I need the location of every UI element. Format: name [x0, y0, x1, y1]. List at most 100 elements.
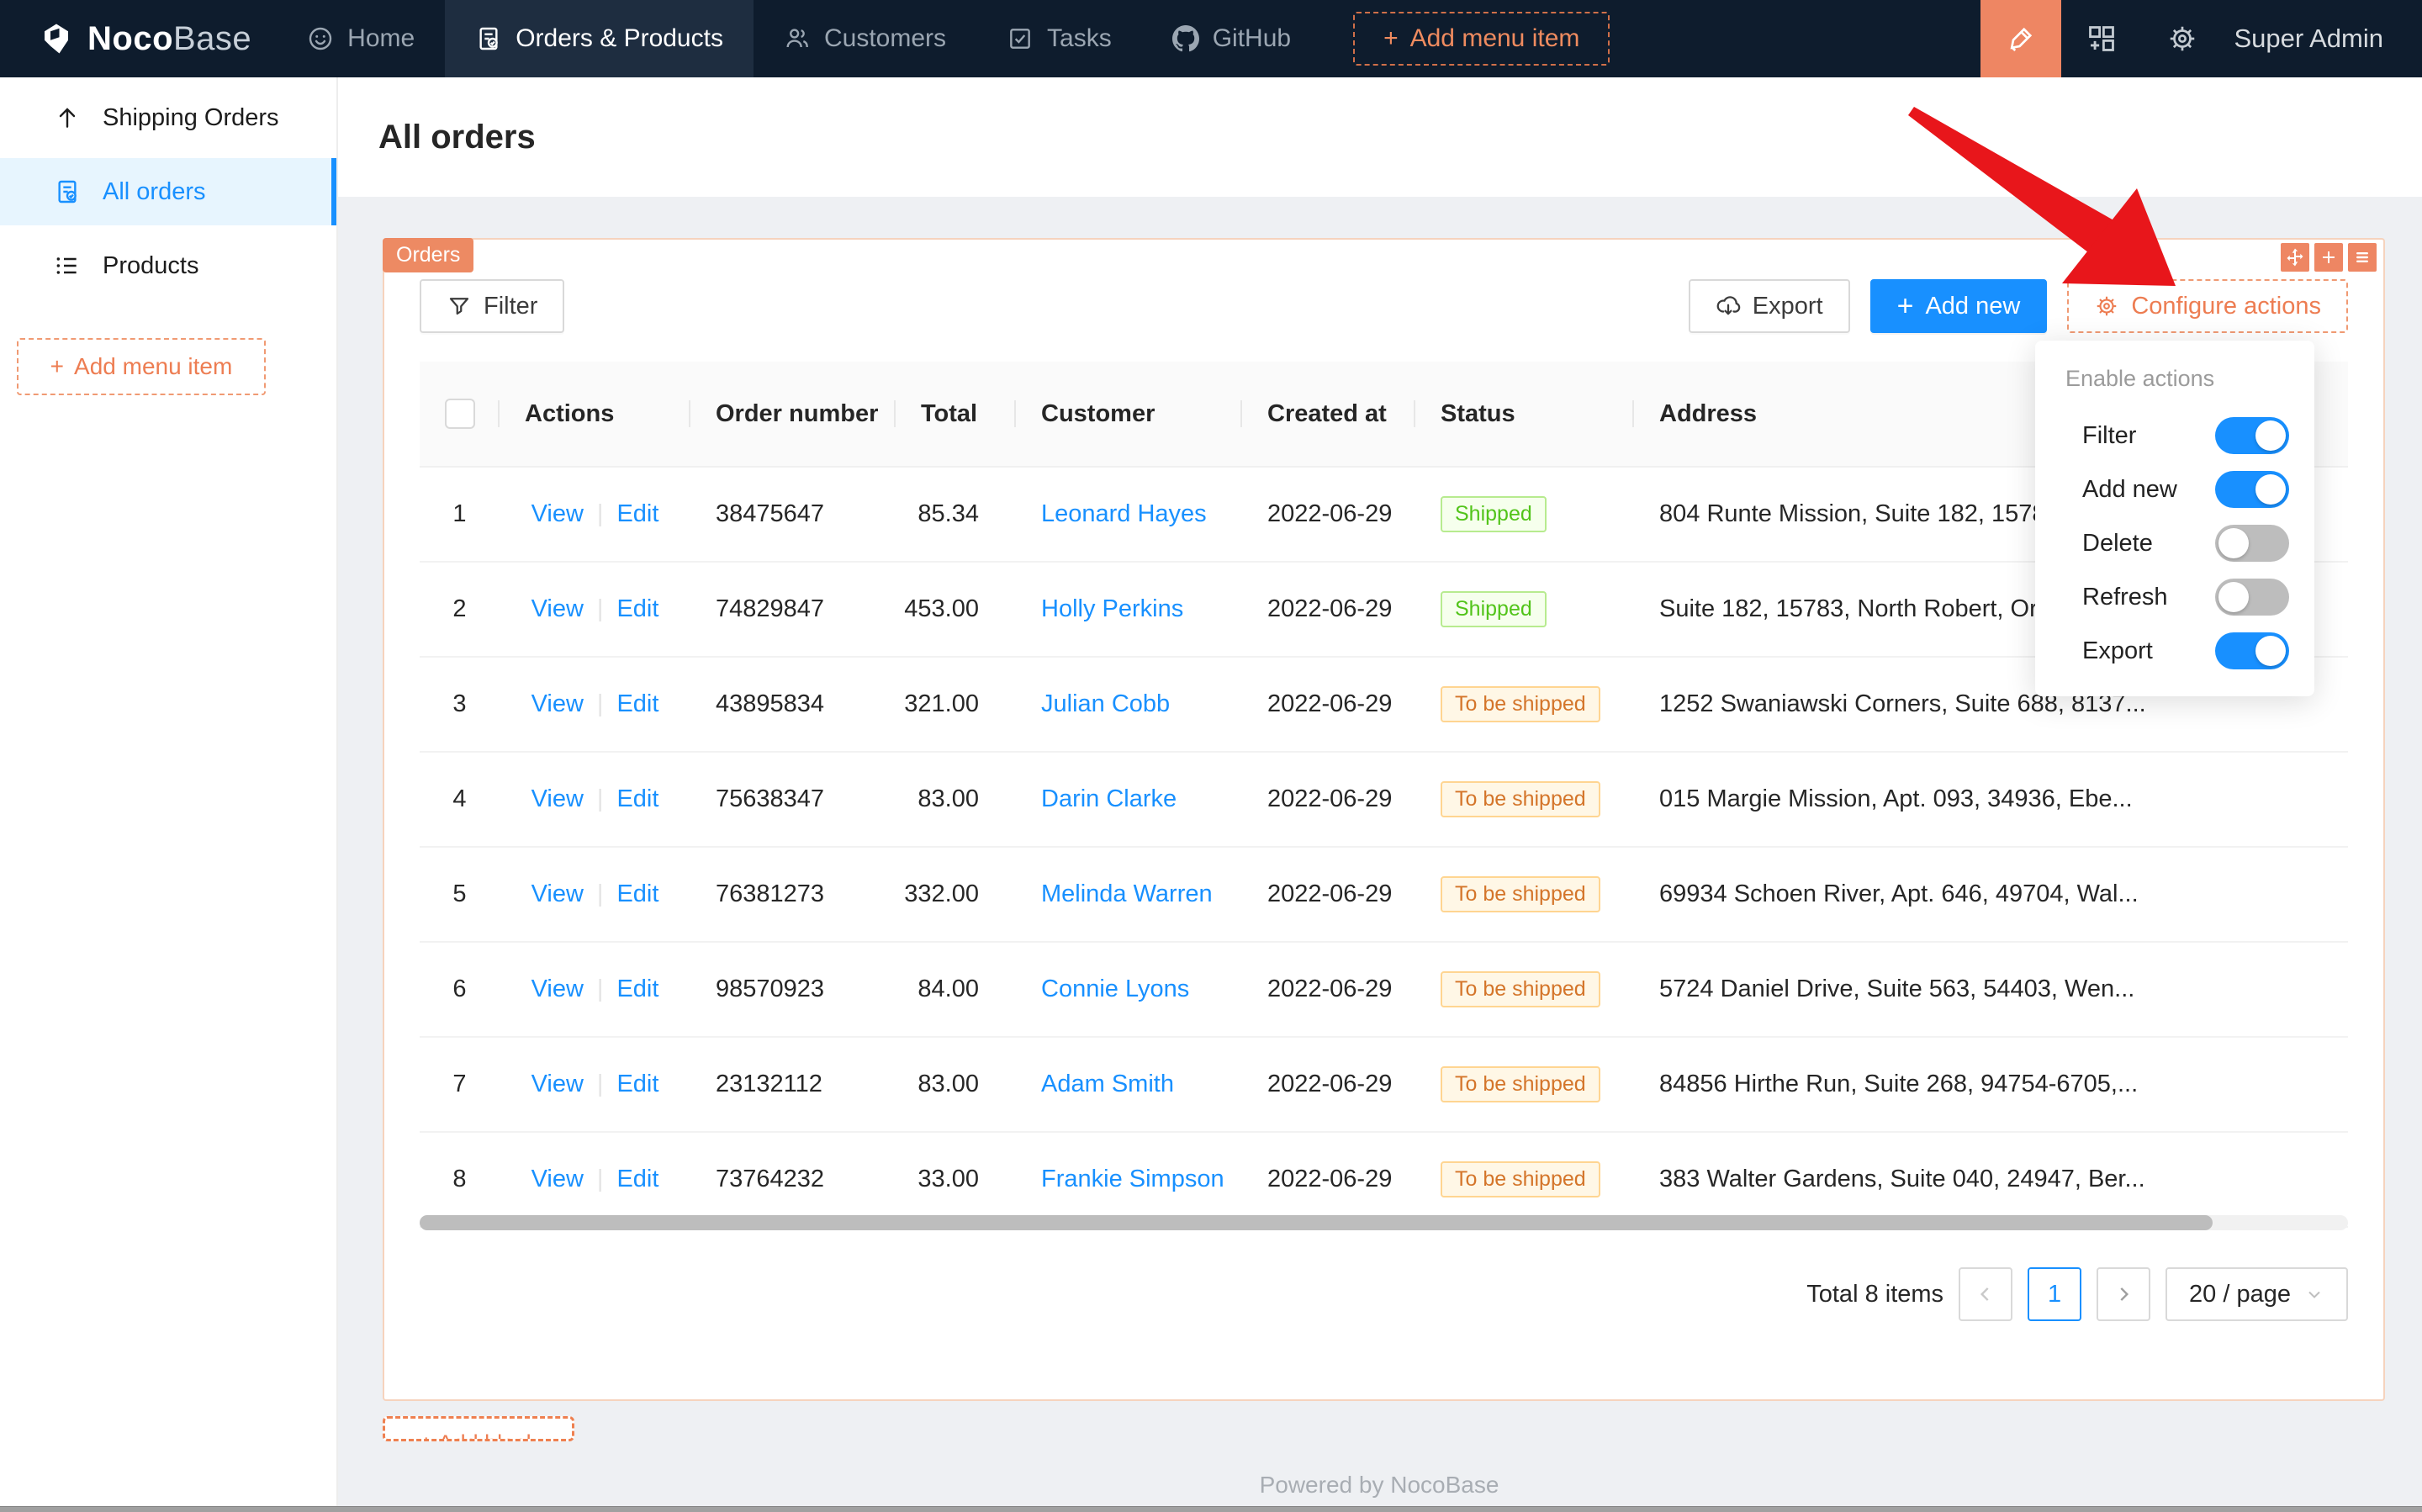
- view-link[interactable]: View: [531, 500, 584, 528]
- unordered-list-icon: [54, 252, 81, 279]
- column-header-label: Total: [921, 400, 977, 428]
- page-number-button[interactable]: 1: [2028, 1267, 2081, 1321]
- row-actions-cell: View | Edit: [500, 785, 690, 813]
- edit-link[interactable]: Edit: [616, 595, 658, 623]
- view-link[interactable]: View: [531, 1166, 584, 1193]
- menu-item-orders-products[interactable]: Orders & Products: [445, 0, 754, 77]
- add-new-button[interactable]: + Add new: [1870, 279, 2048, 333]
- top-navbar: NocoBase Home Orders & Products: [0, 0, 2422, 77]
- row-actions-cell: View|Edit: [500, 880, 690, 908]
- table-row[interactable]: 8View|Edit7376423233.00Frankie Simpson20…: [420, 1133, 2348, 1228]
- sidebar: Shipping Orders All orders Products + Ad…: [0, 77, 338, 1512]
- nocobase-logo[interactable]: NocoBase: [39, 20, 251, 58]
- scrollbar-thumb[interactable]: [420, 1215, 2213, 1230]
- menu-item-customers[interactable]: Customers: [754, 0, 976, 77]
- edit-link[interactable]: Edit: [616, 690, 658, 718]
- customer-link[interactable]: Leonard Hayes: [1041, 500, 1207, 528]
- created-at-cell: 2022-06-29: [1242, 880, 1415, 908]
- page-size-select[interactable]: 20 / page: [2166, 1267, 2348, 1321]
- edit-link[interactable]: Edit: [616, 975, 658, 1003]
- toggle-delete[interactable]: [2215, 525, 2289, 562]
- menu-item-home[interactable]: Home: [277, 0, 445, 77]
- view-link[interactable]: View: [531, 785, 584, 813]
- customer-cell: Leonard Hayes: [1016, 500, 1242, 528]
- edit-link[interactable]: Edit: [616, 785, 658, 813]
- page-content: Orders: [336, 197, 2422, 1512]
- table-row[interactable]: 6View|Edit9857092384.00Connie Lyons2022-…: [420, 943, 2348, 1038]
- filter-button[interactable]: Filter: [420, 279, 564, 333]
- settings-button[interactable]: [2142, 0, 2223, 77]
- block-add-icon[interactable]: [2314, 243, 2343, 272]
- export-button[interactable]: Export: [1689, 279, 1850, 333]
- column-header-label: Actions: [525, 400, 614, 428]
- configure-actions-button[interactable]: Configure actions: [2067, 279, 2348, 333]
- actions-divider: |: [597, 785, 604, 813]
- status-tag: To be shipped: [1441, 876, 1600, 912]
- arrow-up-icon: [54, 104, 81, 131]
- customer-link[interactable]: Frankie Simpson: [1041, 1166, 1224, 1193]
- customer-link[interactable]: Melinda Warren: [1041, 880, 1213, 908]
- row-actions-cell: View|Edit: [500, 1071, 690, 1098]
- sidebar-item-all-orders[interactable]: All orders: [0, 158, 336, 225]
- view-link[interactable]: View: [531, 880, 584, 908]
- user-menu[interactable]: Super Admin: [2234, 24, 2384, 54]
- row-actions-cell: View | Edit: [500, 690, 690, 718]
- toggle-filter[interactable]: [2215, 417, 2289, 454]
- check-square-icon: [1007, 25, 1034, 52]
- order-number-cell: 74829847: [690, 595, 896, 623]
- customer-link[interactable]: Adam Smith: [1041, 1071, 1174, 1098]
- status-cell: To be shipped: [1415, 1066, 1634, 1102]
- table-horizontal-scrollbar[interactable]: [420, 1215, 2348, 1230]
- sidebar-item-shipping-orders[interactable]: Shipping Orders: [0, 84, 336, 151]
- select-all-checkbox[interactable]: [445, 399, 475, 429]
- filter-button-label: Filter: [484, 293, 537, 320]
- edit-link[interactable]: Edit: [616, 880, 658, 908]
- column-header-total: Total: [896, 362, 1016, 466]
- sidebar-item-products[interactable]: Products: [0, 232, 336, 299]
- view-link[interactable]: View: [531, 975, 584, 1003]
- menu-item-label: Tasks: [1047, 24, 1112, 53]
- toggle-export[interactable]: [2215, 632, 2289, 669]
- edit-link[interactable]: Edit: [616, 1166, 658, 1193]
- address-cell: 015 Margie Mission, Apt. 093, 34936, Ebe…: [1634, 785, 2348, 813]
- table-row[interactable]: 4View|Edit7563834783.00Darin Clarke2022-…: [420, 753, 2348, 848]
- ui-editor-button[interactable]: [1980, 0, 2061, 77]
- customer-cell: Adam Smith: [1016, 1071, 1242, 1098]
- customer-link[interactable]: Darin Clarke: [1041, 785, 1177, 813]
- table-row[interactable]: 7View|Edit2313211283.00Adam Smith2022-06…: [420, 1038, 2348, 1133]
- row-index-cell: 2: [420, 595, 500, 623]
- view-link[interactable]: View: [531, 595, 584, 623]
- customer-link[interactable]: Connie Lyons: [1041, 975, 1189, 1003]
- toggle-add-new[interactable]: [2215, 471, 2289, 508]
- menu-item-github[interactable]: GitHub: [1142, 0, 1321, 77]
- prev-page-button[interactable]: [1959, 1267, 2012, 1321]
- add-block-button[interactable]: + Add block: [383, 1416, 574, 1441]
- edit-link[interactable]: Edit: [616, 500, 658, 528]
- order-number-cell: 23132112: [690, 1071, 896, 1098]
- drag-handle-icon[interactable]: [2281, 243, 2309, 272]
- gear-icon: [2166, 23, 2198, 55]
- customer-cell: Connie Lyons: [1016, 975, 1242, 1003]
- menu-item-label: GitHub: [1213, 24, 1291, 53]
- plugin-blocks-button[interactable]: [2061, 0, 2142, 77]
- created-at-cell: 2022-06-29: [1242, 1071, 1415, 1098]
- total-cell: 321.00: [896, 690, 1016, 718]
- add-menu-item-label: Add menu item: [1410, 24, 1580, 53]
- github-icon: [1172, 25, 1199, 52]
- view-link[interactable]: View: [531, 1071, 584, 1098]
- window-bottom-scrollbar[interactable]: [0, 1506, 2422, 1512]
- menu-item-tasks[interactable]: Tasks: [976, 0, 1142, 77]
- view-link[interactable]: View: [531, 690, 584, 718]
- table-row[interactable]: 5View|Edit76381273332.00Melinda Warren20…: [420, 848, 2348, 943]
- customer-link[interactable]: Holly Perkins: [1041, 595, 1183, 623]
- menu-item-label: Orders & Products: [516, 24, 723, 53]
- next-page-button[interactable]: [2097, 1267, 2150, 1321]
- actions-divider: |: [597, 690, 604, 718]
- block-menu-icon[interactable]: [2348, 243, 2377, 272]
- customer-link[interactable]: Julian Cobb: [1041, 690, 1170, 718]
- sidebar-item-label: All orders: [103, 178, 206, 206]
- toggle-refresh[interactable]: [2215, 579, 2289, 616]
- add-menu-item-button-side[interactable]: + Add menu item: [17, 338, 266, 395]
- edit-link[interactable]: Edit: [616, 1071, 658, 1098]
- add-menu-item-button-top[interactable]: + Add menu item: [1353, 12, 1610, 66]
